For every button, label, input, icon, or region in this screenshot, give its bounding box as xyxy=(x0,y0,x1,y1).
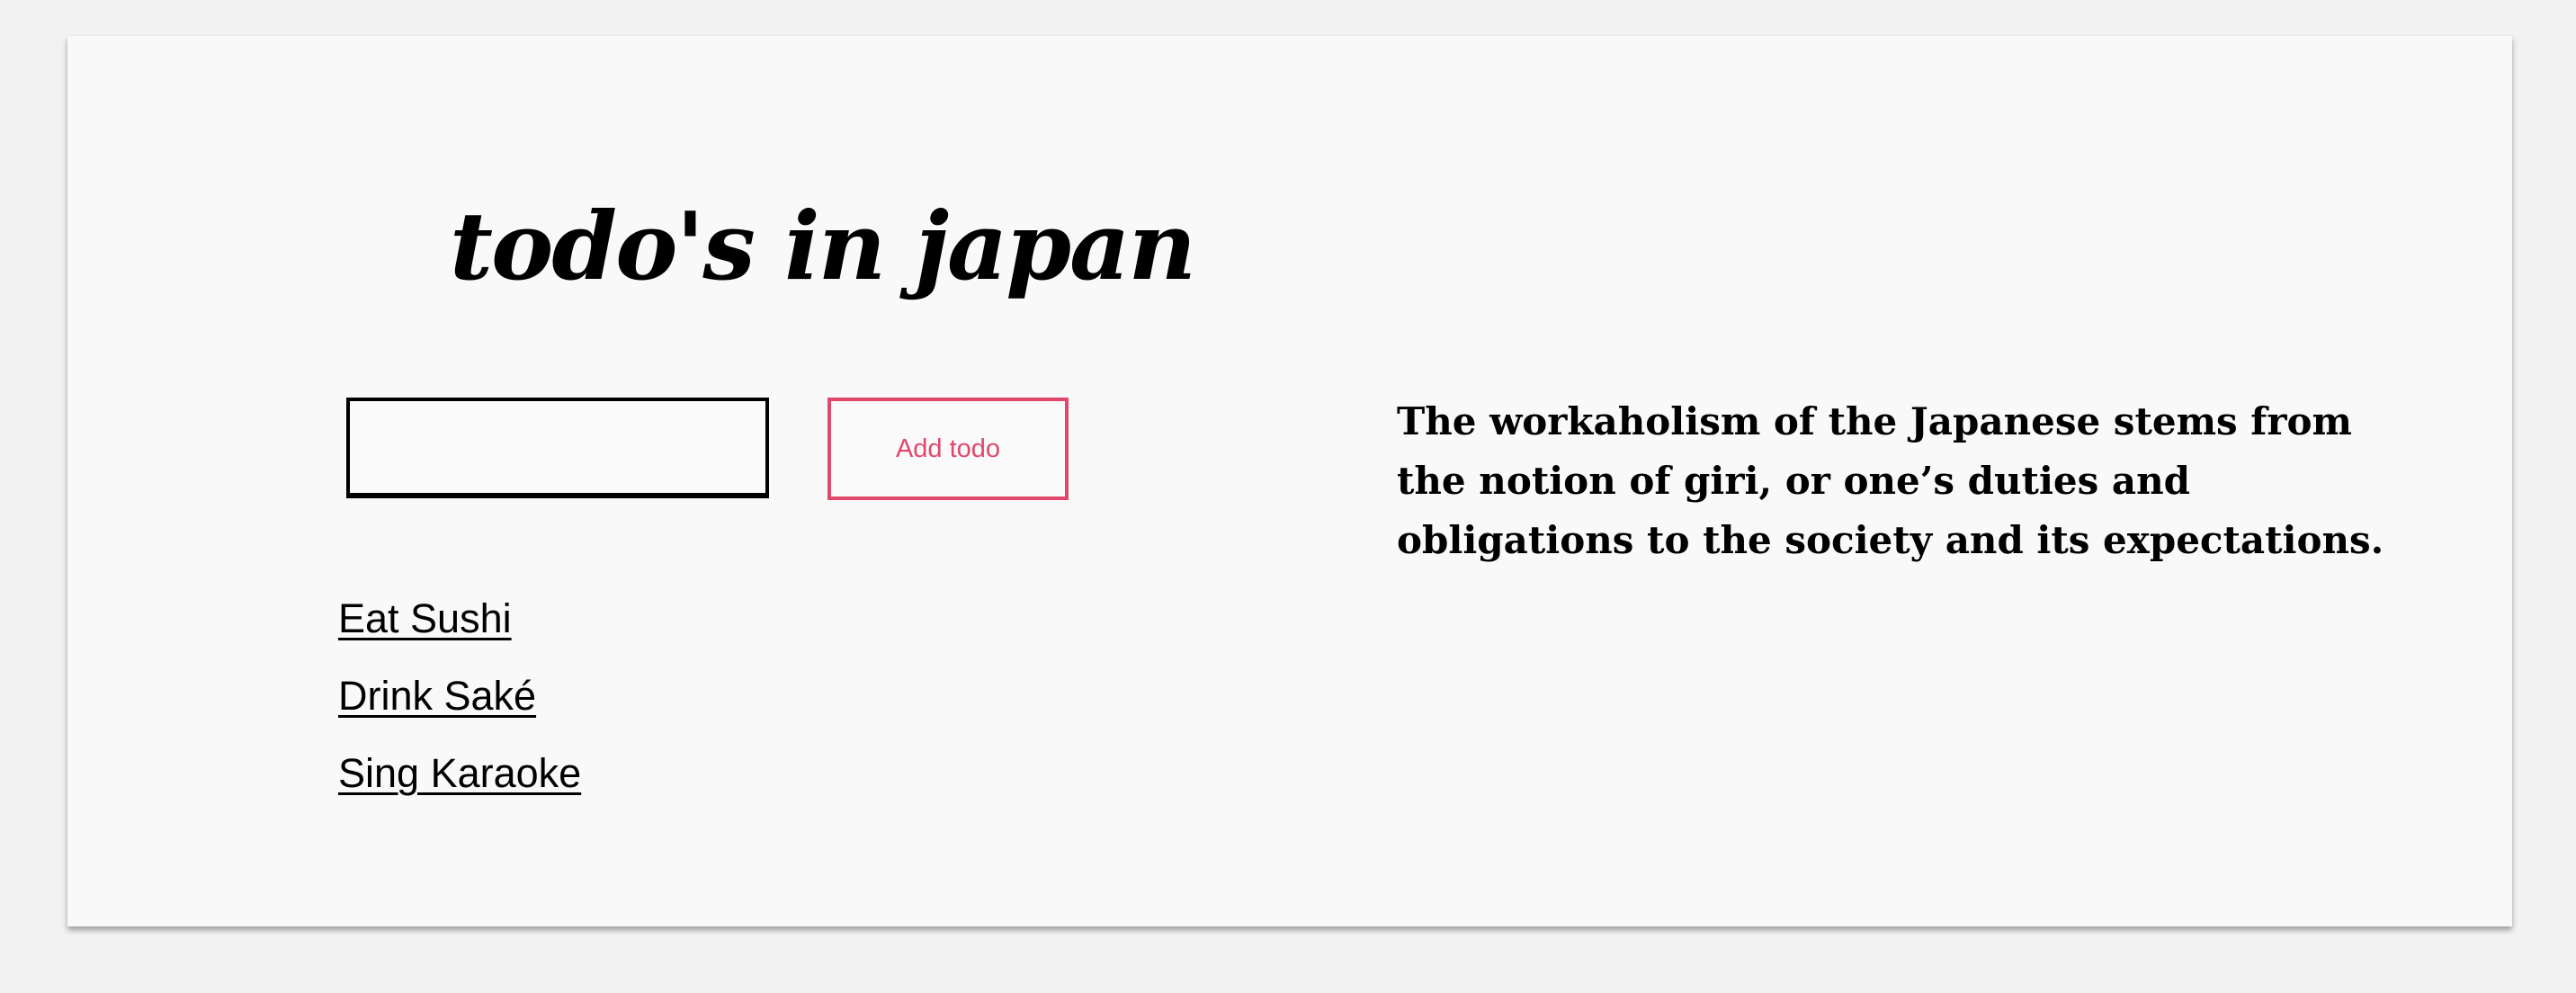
todo-list: Eat Sushi Drink Saké Sing Karaoke xyxy=(338,580,581,812)
todo-card: todo's in japan Add todo Eat Sushi Drink… xyxy=(67,36,2512,926)
add-todo-button[interactable]: Add todo xyxy=(827,398,1069,500)
todo-item-drink-sake[interactable]: Drink Saké xyxy=(338,658,581,735)
todo-input[interactable] xyxy=(346,398,769,498)
japan-quote: The workaholism of the Japanese stems fr… xyxy=(1397,399,2384,562)
page-title: todo's in japan xyxy=(450,191,1196,301)
todo-item-eat-sushi[interactable]: Eat Sushi xyxy=(338,580,581,658)
todo-item-sing-karaoke[interactable]: Sing Karaoke xyxy=(338,735,581,812)
